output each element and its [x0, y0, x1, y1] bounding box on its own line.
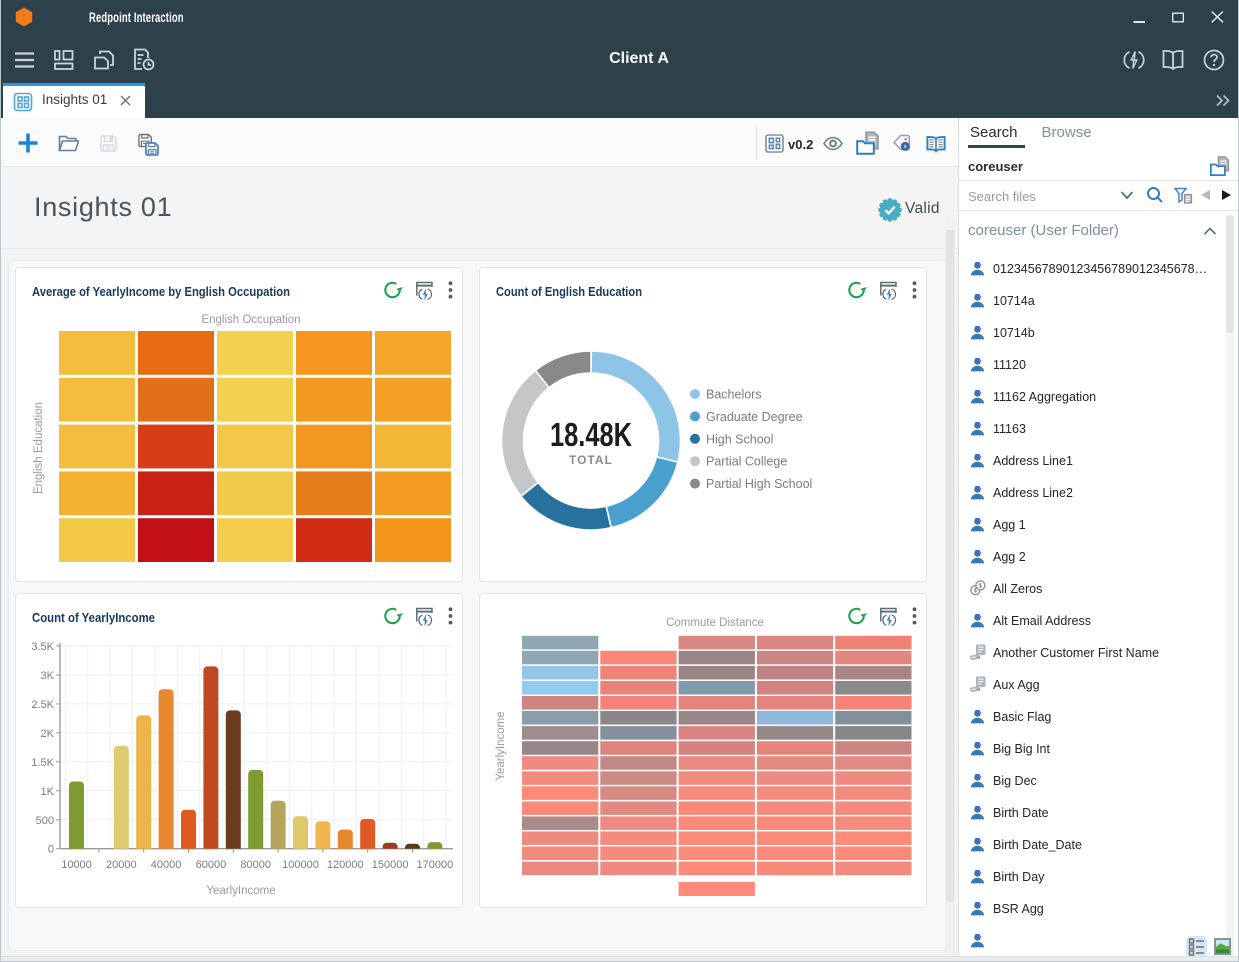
svg-text:100000: 100000: [282, 859, 319, 871]
svg-text:Count of English Education: Count of English Education: [496, 285, 642, 299]
svg-text:1K: 1K: [41, 786, 55, 798]
svg-text:Commute Distance: Commute Distance: [666, 617, 764, 629]
svg-text:3.5K: 3.5K: [31, 641, 54, 653]
svg-text:Average of YearlyIncome by Eng: Average of YearlyIncome by English Occup…: [32, 285, 290, 299]
svg-text:English Occupation: English Occupation: [201, 314, 300, 326]
svg-text:40000: 40000: [151, 859, 182, 871]
svg-text:120000: 120000: [327, 859, 364, 871]
svg-text:Partial College: Partial College: [706, 455, 787, 469]
svg-text:YearlyIncome: YearlyIncome: [495, 711, 507, 780]
svg-text:150000: 150000: [372, 859, 409, 871]
svg-text:1.5K: 1.5K: [31, 757, 54, 769]
svg-text:Count of YearlyIncome: Count of YearlyIncome: [32, 611, 155, 625]
svg-text:500: 500: [36, 815, 54, 827]
svg-text:60000: 60000: [196, 859, 227, 871]
svg-text:10000: 10000: [61, 859, 92, 871]
svg-text:High School: High School: [706, 432, 773, 446]
svg-text:Graduate Degree: Graduate Degree: [706, 410, 803, 424]
svg-text:English Education: English Education: [33, 402, 45, 494]
svg-text:18.48K: 18.48K: [550, 416, 632, 453]
svg-text:TOTAL: TOTAL: [569, 453, 613, 467]
svg-text:3K: 3K: [41, 670, 55, 682]
svg-text:2.5K: 2.5K: [31, 699, 54, 711]
svg-text:YearlyIncome: YearlyIncome: [206, 885, 275, 897]
svg-text:170000: 170000: [417, 859, 454, 871]
svg-text:Partial High School: Partial High School: [706, 477, 812, 491]
svg-text:Bachelors: Bachelors: [706, 388, 762, 402]
svg-text:20000: 20000: [106, 859, 137, 871]
svg-text:80000: 80000: [240, 859, 271, 871]
svg-text:0: 0: [48, 844, 54, 856]
svg-text:2K: 2K: [41, 728, 55, 740]
